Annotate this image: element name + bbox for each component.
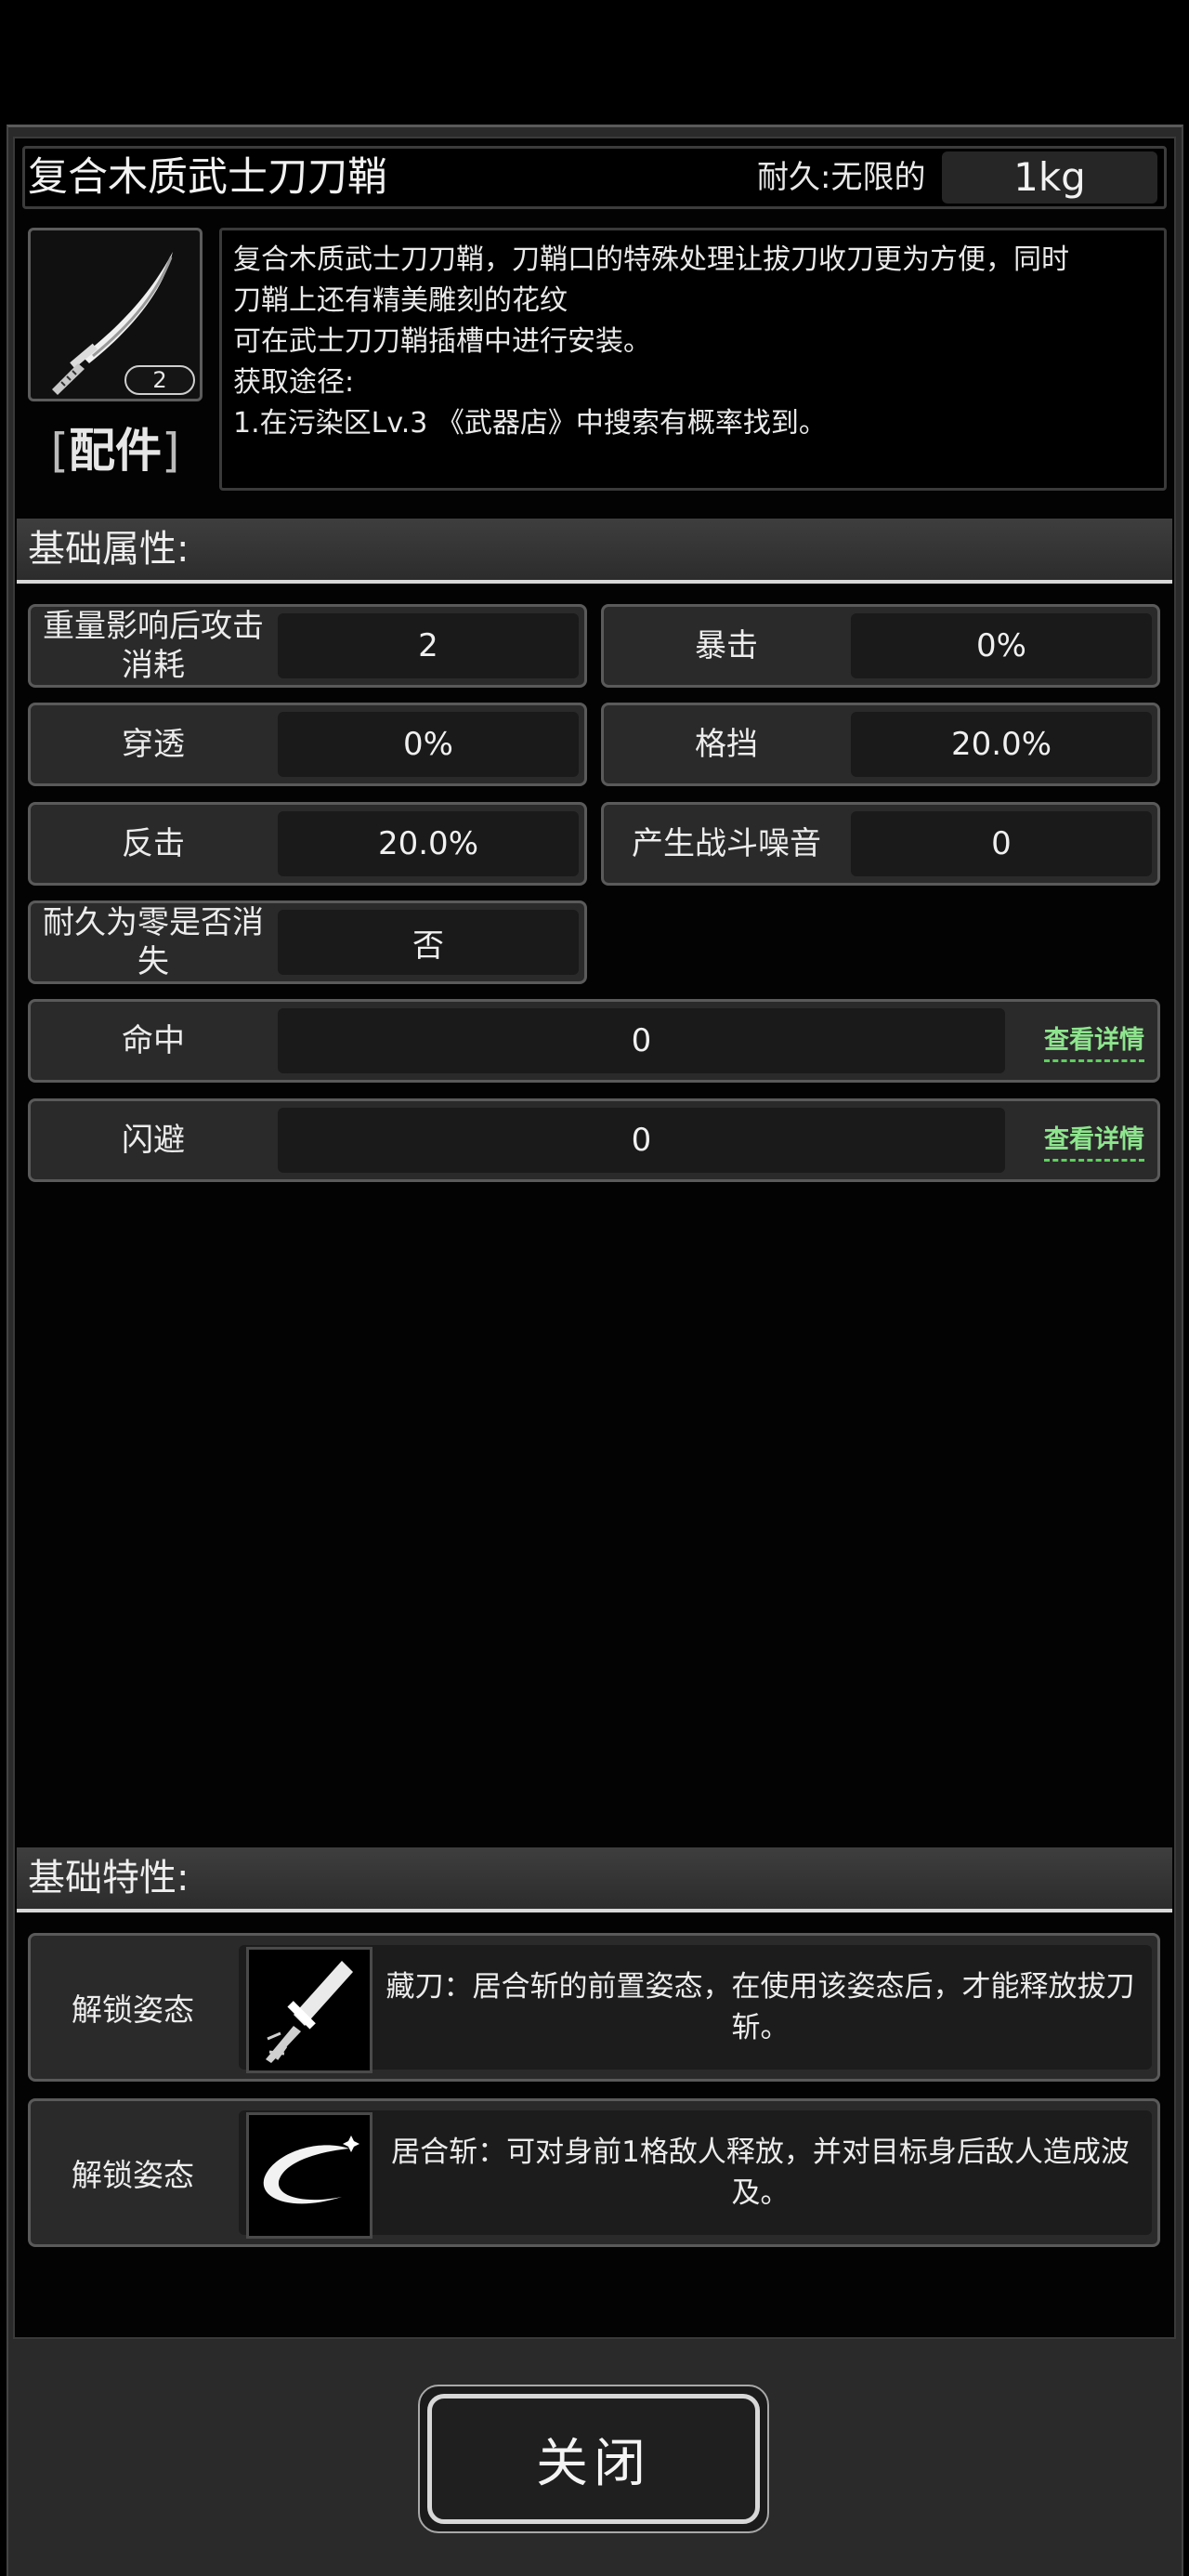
description-line: 可在武士刀刀鞘插槽中进行安装。 xyxy=(233,325,651,358)
description-line: 复合木质武士刀刀鞘，刀鞘口的特殊处理让拔刀收刀更为方便，同时 xyxy=(233,243,1069,276)
attr-label: 格挡 xyxy=(695,726,758,763)
sheathed-sword-icon xyxy=(246,1947,372,2073)
view-details-link-hit[interactable]: 查看详情 xyxy=(1044,1002,1144,1080)
link-text[interactable]: 查看详情 xyxy=(1044,1019,1144,1062)
item-name: 复合木质武士刀刀鞘 xyxy=(28,154,387,201)
description-line: 获取途径: xyxy=(233,366,355,399)
attr-value: 0 xyxy=(278,1008,1005,1073)
bracket-left: [ xyxy=(50,424,69,478)
basic-attributes-header: 基础属性: xyxy=(17,519,1172,584)
attr-label: 耐久为零是否消失 xyxy=(43,904,264,980)
attr-label: 重量影响后攻击消耗 xyxy=(43,608,264,684)
trait-row-sheathe-stance: 解锁姿态 藏刀：居合斩的前置姿态，在使用该姿态后，才能释放拔刀斩。 xyxy=(28,1933,1160,2082)
attr-label: 产生战斗噪音 xyxy=(632,825,821,862)
attr-critical: 暴击 0% xyxy=(601,604,1160,688)
attr-value: 0% xyxy=(851,613,1152,678)
attr-vanish-on-zero-durability: 耐久为零是否消失 否 xyxy=(28,900,587,984)
attr-label: 反击 xyxy=(122,825,185,862)
link-text[interactable]: 查看详情 xyxy=(1044,1119,1144,1162)
trait-text: 居合斩：可对身前1格敌人释放，并对目标身后敌人造成波及。 xyxy=(391,2136,1130,2210)
attr-value: 20.0% xyxy=(278,811,579,876)
weight-value: 1kg xyxy=(942,151,1157,204)
attr-dodge: 闪避 0 查看详情 xyxy=(28,1098,1160,1182)
slash-arc-icon xyxy=(246,2112,372,2239)
attr-block: 格挡 20.0% xyxy=(601,703,1160,786)
attr-value: 0 xyxy=(278,1108,1005,1173)
attr-combat-noise: 产生战斗噪音 0 xyxy=(601,802,1160,886)
trait-label: 解锁姿态 xyxy=(72,1991,194,2028)
attr-label: 闪避 xyxy=(122,1122,185,1159)
attr-value: 否 xyxy=(278,910,579,975)
durability-text: 耐久:无限的 xyxy=(757,159,926,196)
bracket-right: ] xyxy=(162,424,180,478)
description-line: 刀鞘上还有精美雕刻的花纹 xyxy=(233,284,568,317)
attr-label: 命中 xyxy=(122,1022,185,1059)
close-button[interactable]: 关闭 xyxy=(427,2394,760,2524)
attr-hit: 命中 0 查看详情 xyxy=(28,999,1160,1083)
attr-counter: 反击 20.0% xyxy=(28,802,587,886)
attr-label: 暴击 xyxy=(695,627,758,664)
item-description: 复合木质武士刀刀鞘，刀鞘口的特殊处理让拔刀收刀更为方便，同时 刀鞘上还有精美雕刻… xyxy=(219,228,1167,491)
attr-label: 穿透 xyxy=(122,726,185,763)
attr-value: 20.0% xyxy=(851,712,1152,777)
description-line: 1.在污染区Lv.3 《武器店》中搜索有概率找到。 xyxy=(233,407,827,440)
item-category: [配件] xyxy=(28,418,203,483)
trait-label: 解锁姿态 xyxy=(72,2157,194,2193)
attr-value: 0 xyxy=(851,811,1152,876)
basic-traits-header: 基础特性: xyxy=(17,1847,1172,1912)
attr-weight-attack-cost: 重量影响后攻击消耗 2 xyxy=(28,604,587,688)
attr-penetration: 穿透 0% xyxy=(28,703,587,786)
attr-value: 0% xyxy=(278,712,579,777)
category-label: 配件 xyxy=(69,424,162,478)
item-count-badge: 2 xyxy=(124,365,195,395)
trait-text: 藏刀：居合斩的前置姿态，在使用该姿态后，才能释放拔刀斩。 xyxy=(385,1970,1135,2044)
view-details-link-dodge[interactable]: 查看详情 xyxy=(1044,1101,1144,1179)
attr-value: 2 xyxy=(278,613,579,678)
trait-row-iai-slash: 解锁姿态 居合斩：可对身前1格敌人释放，并对目标身后敌人造成波及。 xyxy=(28,2098,1160,2247)
